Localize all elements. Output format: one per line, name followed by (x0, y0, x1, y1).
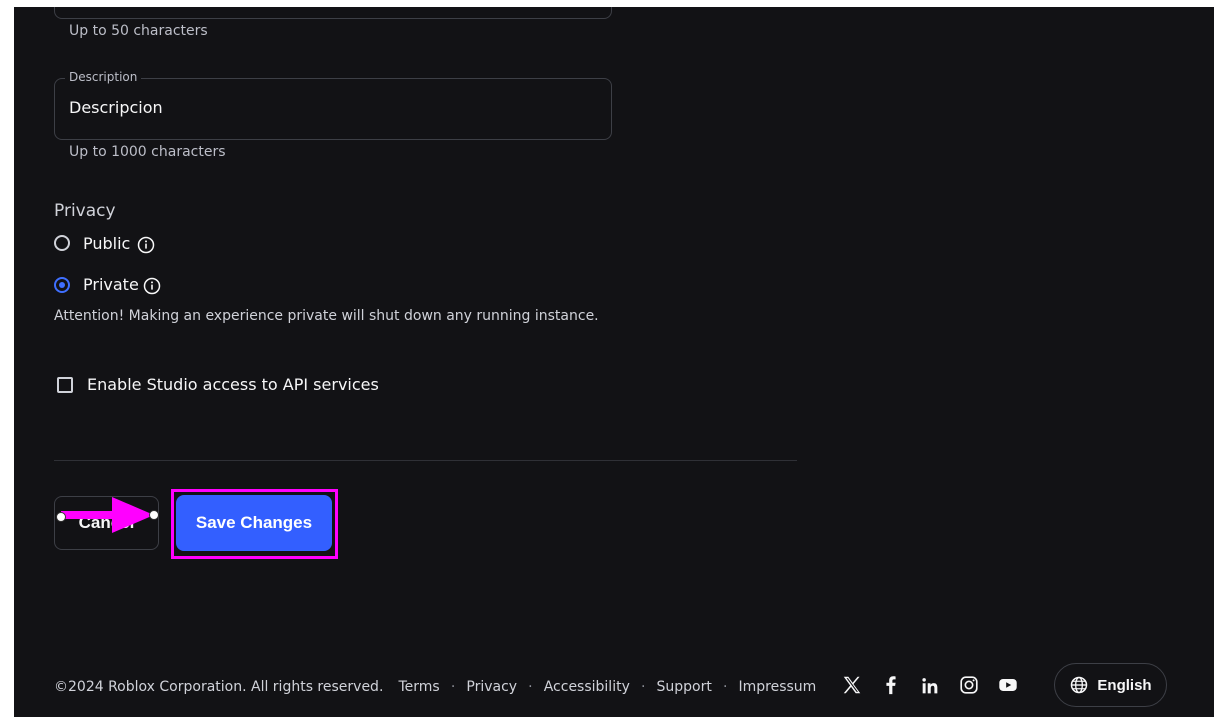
studio-access-label[interactable]: Enable Studio access to API services (87, 375, 379, 394)
privacy-heading: Privacy (54, 201, 116, 221)
footer-link-terms[interactable]: Terms (399, 679, 440, 695)
globe-icon (1071, 676, 1088, 694)
description-field[interactable]: Description Descripcion (54, 70, 612, 140)
footer-separator: · (722, 679, 728, 695)
language-selector[interactable]: English (1054, 663, 1167, 707)
footer-separator: · (450, 679, 456, 695)
info-icon[interactable] (143, 277, 161, 295)
x-icon[interactable] (841, 674, 863, 696)
page-frame: Up to 50 characters Description Descripc… (14, 7, 1214, 717)
save-changes-label: Save Changes (195, 513, 313, 532)
instagram-icon[interactable] (958, 674, 980, 696)
name-field[interactable] (54, 7, 612, 19)
description-value: Descripcion (69, 98, 163, 117)
footer: ©2024 Roblox Corporation. All rights res… (54, 676, 816, 695)
name-field-helper: Up to 50 characters (69, 23, 208, 39)
description-helper: Up to 1000 characters (69, 144, 226, 160)
private-label[interactable]: Private (83, 275, 139, 294)
divider (54, 460, 797, 461)
footer-separator: · (528, 679, 533, 695)
description-legend: Description (65, 70, 142, 84)
youtube-icon[interactable] (997, 674, 1019, 696)
annotation-arrow (56, 497, 159, 533)
linkedin-icon[interactable] (919, 675, 941, 697)
footer-link-accessibility[interactable]: Accessibility (544, 679, 630, 695)
public-radio[interactable] (54, 235, 70, 251)
footer-link-support[interactable]: Support (657, 679, 712, 695)
public-label[interactable]: Public (83, 234, 130, 253)
footer-separator: · (640, 679, 646, 695)
privacy-attention: Attention! Making an experience private … (54, 308, 599, 324)
footer-link-impressum[interactable]: Impressum (739, 679, 817, 695)
private-radio[interactable] (54, 277, 70, 293)
footer-copyright: ©2024 Roblox Corporation. All rights res… (54, 679, 384, 695)
info-icon[interactable] (137, 236, 155, 254)
footer-link-privacy[interactable]: Privacy (466, 679, 517, 695)
facebook-icon[interactable] (880, 674, 902, 696)
save-changes-button[interactable]: Save Changes (176, 495, 332, 551)
language-label: English (1097, 676, 1152, 694)
studio-access-checkbox[interactable] (57, 377, 73, 393)
